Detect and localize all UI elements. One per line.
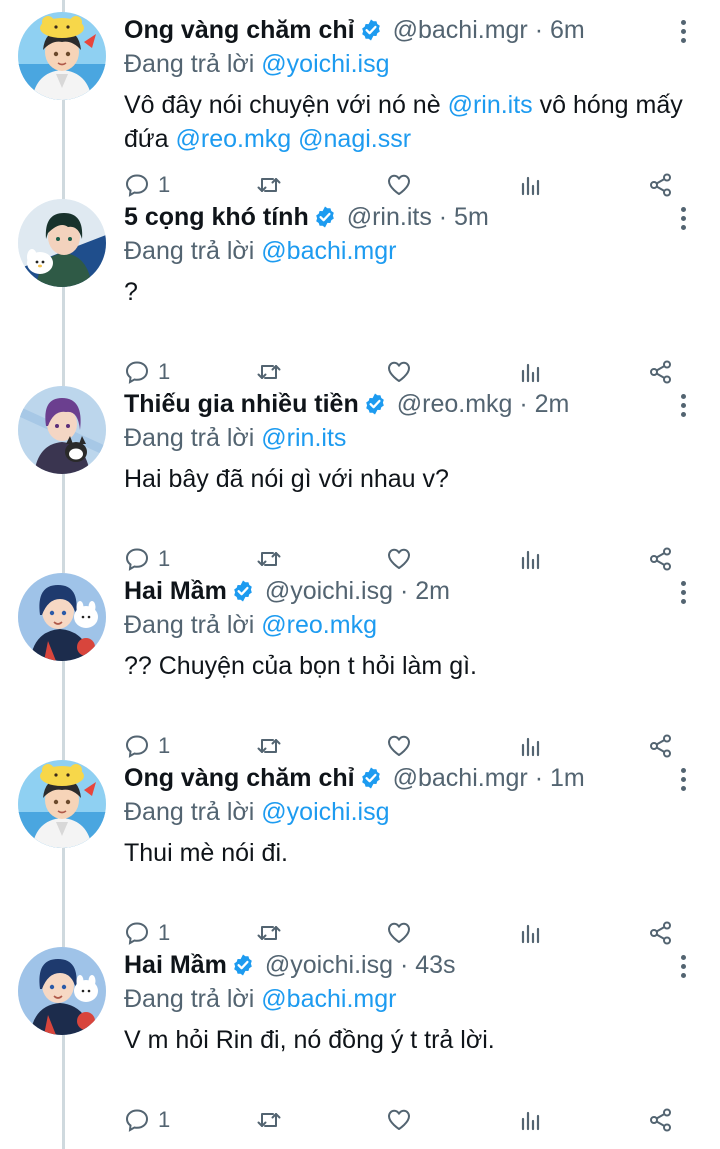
replying-to-label: Đang trả lời	[124, 611, 255, 639]
tweet-body: V m hỏi Rin đi, nó đồng ý t trả lời.	[124, 1023, 684, 1057]
replying-to-link[interactable]: @bachi.mgr	[261, 985, 396, 1013]
tweet[interactable]: Ong vàng chăm chỉ @bachi.mgr · 1m Đang t…	[0, 754, 720, 945]
replying-to: Đang trả lời @bachi.mgr	[124, 983, 396, 1015]
verified-badge-icon	[231, 953, 255, 977]
display-name[interactable]: Thiếu gia nhiều tiền	[124, 388, 359, 420]
replying-to: Đang trả lời @reo.mkg	[124, 609, 377, 641]
share-icon	[648, 1107, 674, 1133]
display-name[interactable]: Hai Mầm	[124, 575, 227, 607]
replying-to-link[interactable]: @yoichi.isg	[261, 798, 389, 826]
replying-to-label: Đang trả lời	[124, 50, 255, 78]
tweet[interactable]: Thiếu gia nhiều tiền @reo.mkg · 2m Đang …	[0, 380, 720, 571]
mention-link[interactable]: @reo.mkg	[176, 125, 292, 153]
replying-to-link[interactable]: @yoichi.isg	[261, 50, 389, 78]
display-name[interactable]: Ong vàng chăm chỉ	[124, 762, 355, 794]
reply-count: 1	[158, 1107, 171, 1132]
replying-to: Đang trả lời @yoichi.isg	[124, 796, 390, 828]
tweet-header: Hai Mầm @yoichi.isg · 43s	[124, 949, 456, 981]
avatar[interactable]	[18, 386, 106, 474]
handle-and-time: @yoichi.isg · 43s	[264, 951, 456, 979]
replying-to-link[interactable]: @rin.its	[261, 424, 346, 452]
avatar[interactable]	[18, 573, 106, 661]
more-icon[interactable]	[670, 764, 696, 794]
mention-link[interactable]: @nagi.ssr	[298, 125, 411, 153]
more-icon[interactable]	[670, 390, 696, 420]
handle-and-time: @reo.mkg · 2m	[396, 390, 570, 418]
replying-to: Đang trả lời @yoichi.isg	[124, 48, 390, 80]
tweet-header: Ong vàng chăm chỉ @bachi.mgr · 1m	[124, 762, 585, 794]
tweet-body: Hai bây đã nói gì với nhau v?	[124, 462, 684, 496]
verified-badge-icon	[359, 18, 383, 42]
verified-badge-icon	[231, 579, 255, 603]
tweet-header: Hai Mầm @yoichi.isg · 2m	[124, 575, 450, 607]
tweet[interactable]: Hai Mầm @yoichi.isg · 2m Đang trả lời @r…	[0, 567, 720, 758]
avatar[interactable]	[18, 760, 106, 848]
display-name[interactable]: 5 cọng khó tính	[124, 201, 309, 233]
replying-to-label: Đang trả lời	[124, 985, 255, 1013]
tweet-actions: 1	[120, 1103, 690, 1137]
retweet-icon	[256, 1107, 282, 1133]
tweet-body: Thui mè nói đi.	[124, 836, 684, 870]
body-text-segment: V m hỏi Rin đi, nó đồng ý t trả lời.	[124, 1026, 495, 1054]
verified-badge-icon	[313, 205, 337, 229]
tweet[interactable]: Hai Mầm @yoichi.isg · 43s Đang trả lời @…	[0, 941, 720, 1132]
more-icon[interactable]	[670, 951, 696, 981]
tweet-header: Thiếu gia nhiều tiền @reo.mkg · 2m	[124, 388, 569, 420]
tweet-header: 5 cọng khó tính @rin.its · 5m	[124, 201, 489, 233]
avatar[interactable]	[18, 947, 106, 1035]
tweet-body: ?	[124, 275, 684, 309]
mention-link[interactable]: @rin.its	[448, 91, 533, 119]
tweet[interactable]: Ong vàng chăm chỉ @bachi.mgr · 6m Đang t…	[0, 6, 720, 197]
display-name[interactable]: Ong vàng chăm chỉ	[124, 14, 355, 46]
verified-badge-icon	[359, 766, 383, 790]
replying-to-link[interactable]: @reo.mkg	[261, 611, 377, 639]
share-button[interactable]	[648, 1103, 674, 1137]
body-text-segment: Vô đây nói chuyện với nó nè	[124, 91, 448, 119]
views-button[interactable]	[518, 1103, 544, 1137]
tweet[interactable]: 5 cọng khó tính @rin.its · 5m Đang trả l…	[0, 193, 720, 384]
more-icon[interactable]	[670, 577, 696, 607]
like-button[interactable]	[386, 1103, 412, 1137]
retweet-button[interactable]	[256, 1103, 282, 1137]
avatar[interactable]	[18, 199, 106, 287]
replying-to: Đang trả lời @bachi.mgr	[124, 235, 396, 267]
more-icon[interactable]	[670, 203, 696, 233]
more-icon[interactable]	[670, 16, 696, 46]
verified-badge-icon	[363, 392, 387, 416]
replying-to-label: Đang trả lời	[124, 424, 255, 452]
handle-and-time: @bachi.mgr · 1m	[392, 764, 585, 792]
replying-to: Đang trả lời @rin.its	[124, 422, 346, 454]
body-text-segment: ?? Chuyện của bọn t hỏi làm gì.	[124, 652, 478, 680]
tweet-header: Ong vàng chăm chỉ @bachi.mgr · 6m	[124, 14, 585, 46]
reply-thread: Ong vàng chăm chỉ @bachi.mgr · 6m Đang t…	[0, 0, 720, 1149]
replying-to-label: Đang trả lời	[124, 237, 255, 265]
replying-to-link[interactable]: @bachi.mgr	[261, 237, 396, 265]
body-text-segment: Thui mè nói đi.	[124, 839, 288, 867]
avatar[interactable]	[18, 12, 106, 100]
replying-to-label: Đang trả lời	[124, 798, 255, 826]
views-icon	[518, 1107, 544, 1133]
reply-button[interactable]: 1	[124, 1103, 170, 1137]
body-text-segment: Hai bây đã nói gì với nhau v?	[124, 465, 449, 493]
tweet-body: Vô đây nói chuyện với nó nè @rin.its vô …	[124, 88, 684, 156]
handle-and-time: @rin.its · 5m	[346, 203, 489, 231]
body-text-segment: ?	[124, 278, 138, 306]
handle-and-time: @bachi.mgr · 6m	[392, 16, 585, 44]
tweet-body: ?? Chuyện của bọn t hỏi làm gì.	[124, 649, 684, 683]
reply-icon	[124, 1107, 150, 1133]
display-name[interactable]: Hai Mầm	[124, 949, 227, 981]
handle-and-time: @yoichi.isg · 2m	[264, 577, 450, 605]
like-icon	[386, 1107, 412, 1133]
